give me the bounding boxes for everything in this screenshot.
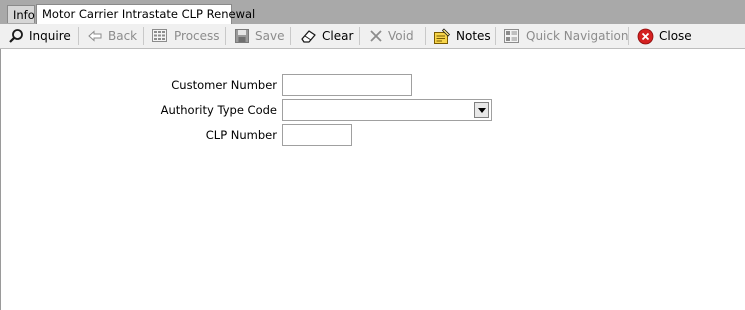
- clp-number-label: CLP Number: [205, 128, 277, 142]
- back-arrow-icon: [88, 30, 102, 42]
- x-mark-icon: [370, 30, 382, 42]
- toolbar-separator: [78, 27, 79, 45]
- process-button[interactable]: Process: [151, 24, 220, 48]
- toolbar-separator: [495, 27, 496, 45]
- eraser-icon: [301, 30, 316, 43]
- chevron-down-icon: [477, 107, 486, 113]
- inquire-button[interactable]: Inquire: [8, 24, 71, 48]
- inquire-label: Inquire: [29, 29, 71, 43]
- notes-icon: [434, 27, 451, 44]
- close-label: Close: [659, 29, 692, 43]
- toolbar-separator: [143, 27, 144, 45]
- void-label: Void: [388, 29, 414, 43]
- toolbar-separator: [290, 27, 291, 45]
- toolbar-separator: [628, 27, 629, 45]
- tab-motor-carrier-clp-renewal[interactable]: Motor Carrier Intrastate CLP Renewal: [36, 4, 255, 24]
- notes-label: Notes: [456, 29, 491, 43]
- quick-navigation-button[interactable]: Quick Navigation: [503, 24, 628, 48]
- void-button[interactable]: Void: [369, 24, 414, 48]
- toolbar-separator: [225, 27, 226, 45]
- notes-button[interactable]: Notes: [433, 24, 491, 48]
- calculator-icon: [152, 29, 167, 42]
- clear-button[interactable]: Clear: [300, 24, 353, 48]
- toolbar: Inquire Back Process Save Clear Void Not…: [0, 24, 745, 49]
- back-label: Back: [108, 29, 138, 43]
- close-button[interactable]: Close: [637, 24, 692, 48]
- back-button[interactable]: Back: [87, 24, 137, 48]
- clear-label: Clear: [322, 29, 354, 43]
- tab-info[interactable]: Info: [7, 5, 35, 23]
- close-icon: [637, 28, 654, 44]
- clp-number-field[interactable]: [282, 124, 352, 146]
- floppy-disk-icon: [235, 29, 249, 43]
- authority-type-code-select[interactable]: [282, 99, 492, 121]
- save-label: Save: [255, 29, 285, 43]
- toolbar-separator: [359, 27, 360, 45]
- authority-type-code-label: Authority Type Code: [160, 103, 277, 117]
- toolbar-separator: [425, 27, 426, 45]
- customer-number-label: Customer Number: [171, 78, 277, 92]
- tab-strip: Info Motor Carrier Intrastate CLP Renewa…: [0, 0, 745, 24]
- save-button[interactable]: Save: [234, 24, 284, 48]
- process-label: Process: [174, 29, 220, 43]
- magnifier-icon: [9, 29, 23, 43]
- dropdown-button[interactable]: [474, 102, 489, 118]
- quick-navigation-icon: [504, 29, 519, 43]
- quick-navigation-label: Quick Navigation: [526, 29, 629, 43]
- customer-number-field[interactable]: [282, 74, 412, 96]
- form-panel: Customer Number Authority Type Code CLP …: [0, 49, 745, 310]
